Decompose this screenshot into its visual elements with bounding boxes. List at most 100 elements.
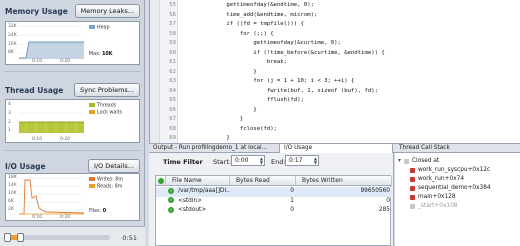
line-code: fclose(fd); [186,125,277,132]
file-name-cell: <stdout> [178,207,207,213]
file-name-cell: <stdin> [178,197,202,204]
thread-xtick: 0:20 [60,137,71,142]
line-number: 64 [169,87,176,94]
sync-problems-button[interactable]: Sync Problems... [74,83,140,97]
line-number: 59 [169,40,176,46]
reads-legend: Reads: 8m [89,184,122,190]
table-row[interactable]: ✓ /var/tmp/aaa[]Di... 0 99650560 [156,187,392,197]
file-name-cell: /var/tmp/aaa[]Di... [178,188,230,194]
line-code: fwrite(buf, 1, sizeof (buf), fd); [186,87,378,94]
stack-frame[interactable]: sequential_demo+0x384 [395,184,520,193]
stack-frame-label: sequential_demo+0x384 [418,185,491,191]
column-bytes-read[interactable]: Bytes Read [230,176,296,186]
line-number: 57 [169,21,176,27]
timeline-start-handle[interactable] [4,233,11,242]
code-line[interactable]: 68 fclose(fd); [150,125,520,135]
code-editor[interactable]: 55 gettimeofday(&endtime, 0); 56 time_add… [149,0,520,145]
time-filter-label: Time Filter [163,158,203,166]
io-usage-graph: 18K 14K 10K 6K 2K 0:10 0:20 Writes: 8m R… [5,173,140,221]
code-line[interactable]: 63 for (j = 1 + 10; i < 3; ++i) { [150,77,520,87]
line-number: 67 [169,116,176,122]
stack-frame[interactable]: work_run+0x74 [395,175,520,184]
thread-plot [19,112,84,133]
line-number: 66 [169,106,176,113]
code-line[interactable]: 61 break; [150,58,520,68]
status-column-header[interactable] [156,176,166,186]
code-line[interactable]: 56 time_add(&endtime, microm); [150,11,520,21]
io-details-button[interactable]: I/O Details... [87,159,140,173]
io-xtick: 0:10 [32,215,43,220]
code-line[interactable]: 55 gettimeofday(&endtime, 0); [150,1,520,11]
table-row[interactable]: ✓ <stdin> 1 0 [156,197,392,207]
line-code: } [186,116,244,122]
stack-frame-icon [410,186,415,191]
threads-area [19,122,84,133]
files-label: Files: [89,209,102,214]
code-line[interactable]: 66 } [150,106,520,116]
column-file-name[interactable]: File Name [166,176,230,186]
reads-legend-label: Reads: 8m [97,184,123,190]
bytes-written-cell: 99650560 [360,188,390,194]
max-label: Max: [89,52,101,57]
writes-legend-label: Writes: 8m [97,177,124,183]
stack-frame[interactable]: main+0x128 [395,193,520,202]
stack-frame-icon [410,195,415,200]
start-time-input[interactable]: 0:00 ▲ ▼ [231,155,265,166]
row-expand-icon[interactable]: ✓ [168,206,176,216]
io-files-readout: Files: 0 [89,209,106,214]
status-ok-icon: ✓ [168,206,174,213]
row-expand-icon[interactable]: ✓ [168,197,176,207]
spinner-icon[interactable]: ▲ ▼ [314,157,317,165]
row-expand-icon[interactable]: ✓ [168,187,176,197]
line-code: if (!time_before(&curtime, &endtime)) { [186,49,385,56]
stack-frame-label: work_run_syscpu+0x12c [418,167,491,173]
io-xtick: 0:20 [60,215,71,220]
memory-usage-title: Memory Usage [5,7,68,16]
line-code: } [186,106,257,113]
code-line[interactable]: 67 } [150,115,520,125]
collapse-icon[interactable]: ▾ [398,157,401,166]
stack-frame[interactable]: _start+0x108 [395,202,520,211]
line-number: 61 [169,59,176,65]
reads-swatch [89,184,95,188]
code-line[interactable]: 59 gettimeofday(&curtime, 0); [150,39,520,49]
stack-frame-label: work_run+0x74 [418,176,465,182]
stack-frame[interactable]: work_run_syscpu+0x12c [395,166,520,175]
bytes-written-cell: 0 [386,197,390,204]
stack-header[interactable]: ▾ Closed at [395,157,520,166]
bytes-read-cell: 0 [290,188,294,194]
code-line[interactable]: 57 if ((fd = tmpfile())) { [150,20,520,30]
memory-legend-heap: Heap [89,25,110,31]
memory-leaks-button[interactable]: Memory Leaks... [74,4,140,18]
code-line[interactable]: 60 if (!time_before(&curtime, &endtime))… [150,49,520,59]
line-code: for (;;) { [186,30,274,37]
end-time-input[interactable]: 0:17 ▲ ▼ [285,155,319,166]
status-ok-icon: ✓ [168,197,174,203]
profiling-panel: Memory Usage Memory Leaks... 32K 24K 16K… [0,0,145,246]
timeline-end-handle[interactable] [16,233,24,242]
timeline-track[interactable] [4,233,110,242]
section-divider [4,150,141,151]
line-number: 63 [169,78,176,84]
table-row[interactable]: ✓ <stdout> 0 285 [156,206,392,216]
line-number: 58 [169,30,176,37]
files-value: 0 [102,209,107,214]
memory-xtick: 0:20 [60,59,71,64]
line-number: 56 [169,11,176,18]
lock-waits-swatch [89,110,95,114]
bytes-read-cell: 0 [290,207,294,213]
lock-waits-legend-label: Lock waits [97,110,123,116]
stack-frame-label: main+0x128 [418,194,456,200]
line-code: if ((fd = tmpfile())) { [186,21,304,27]
thread-usage-title: Thread Usage [5,86,64,95]
status-ok-icon [158,178,164,184]
column-bytes-written[interactable]: Bytes Written [296,176,392,186]
bytes-written-cell: 285 [378,207,390,213]
code-line[interactable]: 64 fwrite(buf, 1, sizeof (buf), fd); [150,87,520,97]
memory-xtick: 0:10 [32,59,43,64]
code-line[interactable]: 65 fflush(fd); [150,96,520,106]
spinner-icon[interactable]: ▲ ▼ [260,157,263,165]
code-line[interactable]: 62 } [150,68,520,78]
writes-line [19,179,85,215]
code-line[interactable]: 58 for (;;) { [150,30,520,40]
